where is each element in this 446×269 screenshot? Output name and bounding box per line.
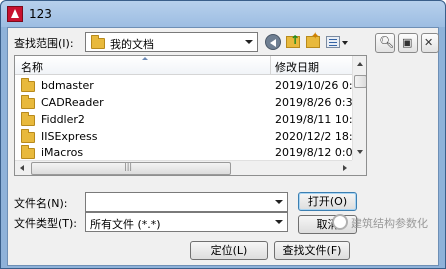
column-divider[interactable] [270,56,271,75]
file-name: Fiddler2 [41,113,85,126]
cancel-button[interactable]: 取消 [298,215,357,234]
list-item[interactable]: Fiddler2 2019/8/11 10:31 [15,111,352,128]
search-icon: 🔍︎ [379,35,395,49]
file-name: iMacros [41,146,84,159]
scroll-left-icon[interactable] [20,165,24,171]
chevron-down-icon[interactable] [271,213,287,231]
locate-button[interactable]: 定位(L) [190,241,268,260]
window-title: 123 [29,7,52,21]
folder-icon [21,112,35,126]
file-list[interactable]: 名称 修改日期 bdmaster 2019/10/26 0:34 CADRead… [14,55,367,176]
folder-icon [91,35,105,49]
folder-icon [21,78,35,92]
list-header: 名称 修改日期 [15,56,352,75]
lookin-label: 查找范围(I): [14,37,74,50]
watermark-logo [332,214,348,230]
title-bar[interactable]: 123 [1,1,445,27]
create-folder-button[interactable]: ▣ [398,33,418,53]
list-item[interactable]: bdmaster 2019/10/26 0:34 [15,77,352,94]
sort-ascending-icon [142,57,148,60]
scroll-down-icon[interactable] [357,150,363,154]
folder-icon [21,129,35,143]
back-icon[interactable] [265,34,281,50]
scroll-corner [352,160,366,175]
column-name[interactable]: 名称 [21,59,43,75]
views-icon[interactable] [326,36,340,48]
horizontal-scroll-thumb[interactable] [31,162,231,175]
file-name: CADReader [41,96,104,109]
horizontal-scrollbar[interactable] [15,160,352,175]
file-name: bdmaster [41,79,94,92]
open-button[interactable]: 打开(O) [298,192,357,211]
list-item[interactable]: iMacros 2019/8/12 0:09 [15,144,352,161]
folder-icon [21,95,35,109]
new-folder-icon[interactable] [306,31,320,48]
scroll-up-icon[interactable] [357,62,363,66]
views-dropdown-icon[interactable] [342,41,348,45]
filename-input[interactable] [85,192,288,212]
filetype-label: 文件类型(T): [14,217,78,230]
autocad-icon [7,6,23,22]
chevron-down-icon[interactable] [241,33,257,51]
filename-label: 文件名(N): [14,197,68,210]
folder-icon [21,145,35,159]
lookin-combo[interactable]: 我的文档 [85,32,258,52]
scroll-right-icon[interactable] [343,165,347,171]
filetype-select[interactable]: 所有文件 (*.*) [85,212,288,232]
list-item[interactable]: IISExpress 2020/12/2 18:47 [15,128,352,145]
watermark-text: 建筑结构参数化 [351,217,428,230]
file-name: IISExpress [41,130,98,143]
file-date: 2019/8/12 0:09 [275,146,352,159]
list-item[interactable]: CADReader 2019/8/26 0:36 [15,94,352,111]
delete-button[interactable]: ✕ [421,33,439,53]
column-date[interactable]: 修改日期 [275,59,319,75]
vertical-scroll-thumb[interactable] [354,75,366,88]
file-date: 2019/8/11 10:31 [275,113,352,126]
find-file-button[interactable]: 查找文件(F) [274,241,350,260]
create-folder-icon: ▣ [402,36,413,49]
file-date: 2019/8/26 0:36 [275,96,352,109]
file-date: 2020/12/2 18:47 [275,130,352,143]
up-folder-icon[interactable] [286,33,300,48]
file-dialog-window: 123 查找范围(I): 我的文档 🔍︎ ▣ ✕ 名称 [0,0,446,269]
file-date: 2019/10/26 0:34 [275,79,352,92]
vertical-scrollbar[interactable] [352,56,366,160]
chevron-down-icon[interactable] [271,193,287,211]
lookin-value: 我的文档 [110,38,154,51]
delete-icon: ✕ [424,36,434,49]
filetype-value: 所有文件 (*.*) [90,218,161,231]
search-button[interactable]: 🔍︎ [375,33,395,53]
